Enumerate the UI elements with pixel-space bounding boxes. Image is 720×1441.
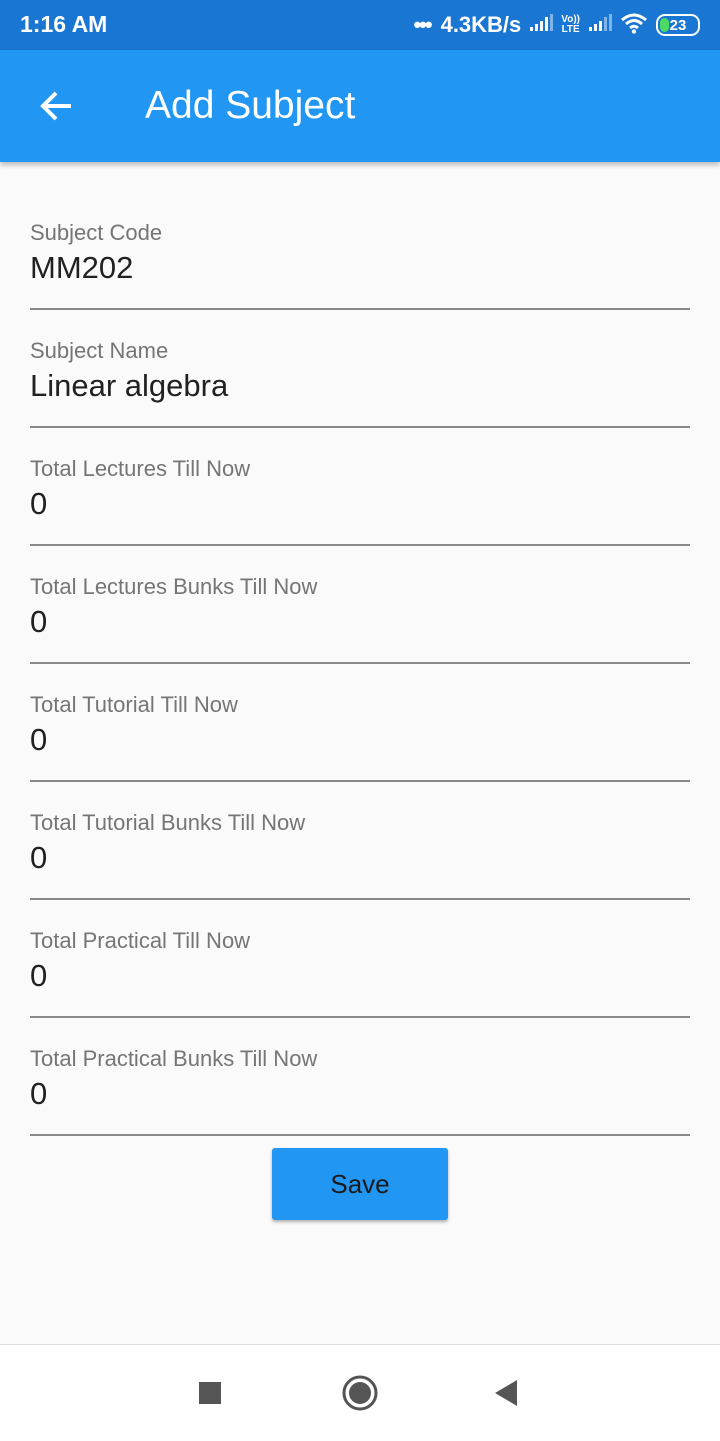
field-label: Total Tutorial Bunks Till Now — [30, 810, 306, 835]
field-value[interactable]: 0 — [30, 722, 47, 758]
arrow-back-icon — [40, 91, 71, 121]
wifi-icon — [620, 12, 648, 39]
total-tutorial-field[interactable]: Total Tutorial Till Now 0 — [30, 664, 690, 782]
field-label: Total Lectures Till Now — [30, 456, 251, 481]
subject-form: Subject Code MM202 Subject Name Linear a… — [30, 162, 690, 1136]
field-value[interactable]: 0 — [30, 486, 47, 522]
recents-square-icon — [199, 1382, 221, 1404]
status-time: 1:16 AM — [20, 11, 108, 37]
field-value[interactable]: MM202 — [30, 250, 133, 286]
volte-icon: Vo)) LTE — [561, 15, 580, 35]
battery-level: 23 — [669, 16, 687, 34]
back-triangle-icon — [495, 1380, 517, 1406]
signal-icon — [529, 13, 554, 37]
subject-name-field[interactable]: Subject Name Linear algebra — [30, 310, 690, 428]
subject-code-field[interactable]: Subject Code MM202 — [30, 162, 690, 310]
battery-fill — [660, 18, 669, 32]
field-label: Total Tutorial Till Now — [30, 692, 238, 717]
status-indicators: ••• 4.3KB/s Vo)) LTE 23 — [413, 10, 700, 40]
recents-button[interactable] — [186, 1369, 234, 1417]
field-label: Total Lectures Bunks Till Now — [30, 574, 318, 599]
field-label: Subject Code — [30, 220, 163, 245]
back-nav-button[interactable] — [482, 1369, 530, 1417]
signal-icon — [588, 13, 612, 37]
total-practical-bunks-field[interactable]: Total Practical Bunks Till Now 0 — [30, 1018, 690, 1136]
app-bar: Add Subject — [0, 50, 720, 162]
battery-icon: 23 — [656, 14, 700, 36]
field-label: Total Practical Till Now — [30, 928, 251, 953]
back-button[interactable] — [24, 78, 88, 134]
field-value[interactable]: 0 — [30, 840, 47, 876]
save-button[interactable]: Save — [272, 1148, 448, 1220]
system-nav-bar — [0, 1344, 720, 1441]
total-lectures-field[interactable]: Total Lectures Till Now 0 — [30, 428, 690, 546]
field-label: Total Practical Bunks Till Now — [30, 1046, 318, 1071]
field-value[interactable]: 0 — [30, 604, 47, 640]
volte-bottom: LTE — [561, 24, 580, 35]
page-title: Add Subject — [145, 84, 356, 127]
home-circle-icon — [342, 1375, 378, 1411]
net-speed: 4.3KB/s — [440, 12, 522, 37]
status-bar: 1:16 AM ••• 4.3KB/s Vo)) LTE 23 — [0, 0, 720, 50]
dots-icon: ••• — [413, 12, 432, 37]
field-label: Subject Name — [30, 338, 169, 363]
home-button[interactable] — [336, 1369, 384, 1417]
field-value[interactable]: 0 — [30, 1076, 47, 1112]
field-value[interactable]: Linear algebra — [30, 368, 228, 404]
total-practical-field[interactable]: Total Practical Till Now 0 — [30, 900, 690, 1018]
field-value[interactable]: 0 — [30, 958, 47, 994]
total-lecture-bunks-field[interactable]: Total Lectures Bunks Till Now 0 — [30, 546, 690, 664]
total-tutorial-bunks-field[interactable]: Total Tutorial Bunks Till Now 0 — [30, 782, 690, 900]
